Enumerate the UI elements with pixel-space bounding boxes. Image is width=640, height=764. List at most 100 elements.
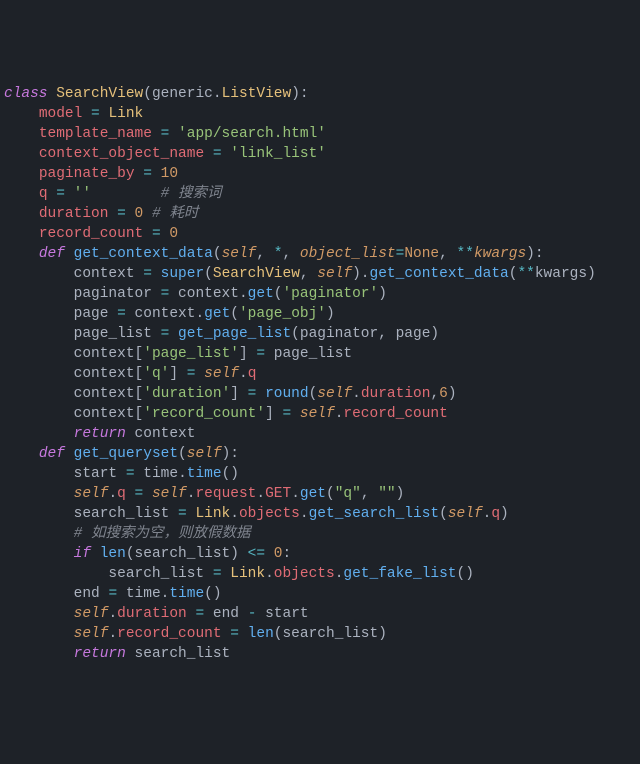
code-token: # 搜索词	[161, 186, 222, 202]
code-token: get_queryset	[74, 446, 178, 462]
code-line: def get_queryset(self):	[4, 444, 640, 464]
code-token: 0	[135, 206, 152, 222]
code-token: template_name	[39, 126, 161, 142]
code-token: paginate_by	[39, 166, 143, 182]
code-token: ()	[457, 566, 474, 582]
code-token: =	[91, 106, 108, 122]
code-token: self	[222, 246, 257, 262]
code-token: 10	[161, 166, 178, 182]
code-token: Link	[195, 506, 230, 522]
code-token: [	[135, 346, 144, 362]
code-token: time	[143, 466, 178, 482]
code-token: record_count	[117, 626, 230, 642]
code-token: objects	[274, 566, 335, 582]
code-token: =	[195, 606, 212, 622]
code-token: context	[74, 386, 135, 402]
code-token: 'page_obj'	[239, 306, 326, 322]
code-token: .	[108, 626, 117, 642]
code-token: get_context_data	[74, 246, 213, 262]
code-token: time	[169, 586, 204, 602]
code-token: def	[39, 446, 74, 462]
code-line: page_list = get_page_list(paginator, pag…	[4, 324, 640, 344]
code-token: =	[161, 126, 178, 142]
code-token: =	[56, 186, 73, 202]
code-token: .	[352, 386, 361, 402]
code-token: 'app/search.html'	[178, 126, 326, 142]
code-token: q	[248, 366, 257, 382]
code-token: (	[213, 246, 222, 262]
code-token: =	[396, 246, 405, 262]
code-token: .	[256, 486, 265, 502]
code-token: end	[74, 586, 109, 602]
code-token: object_list	[300, 246, 396, 262]
code-token: duration	[39, 206, 117, 222]
code-token: get	[300, 486, 326, 502]
code-token: =	[161, 286, 178, 302]
code-token: ,	[361, 486, 378, 502]
code-token: .	[178, 466, 187, 482]
code-token: (	[143, 86, 152, 102]
code-token: (	[291, 326, 300, 342]
code-token: .	[239, 286, 248, 302]
code-token: )	[230, 546, 247, 562]
code-token: =	[248, 386, 265, 402]
code-token: context	[74, 346, 135, 362]
code-token: =	[187, 366, 204, 382]
code-token: )	[500, 506, 509, 522]
code-token: get_search_list	[309, 506, 440, 522]
code-token: SearchView	[213, 266, 300, 282]
code-token: self	[152, 486, 187, 502]
code-token: get	[204, 306, 230, 322]
code-line: context['q'] = self.q	[4, 364, 640, 384]
code-token: =	[178, 506, 195, 522]
code-line: class SearchView(generic.ListView):	[4, 84, 640, 104]
code-token: time	[126, 586, 161, 602]
code-token: 'record_count'	[143, 406, 265, 422]
code-token: context	[135, 306, 196, 322]
code-token: kwargs	[535, 266, 587, 282]
code-token: .	[265, 566, 274, 582]
code-token: page	[74, 306, 118, 322]
code-line: model = Link	[4, 104, 640, 124]
code-token: get_page_list	[178, 326, 291, 342]
code-token: get_fake_list	[343, 566, 456, 582]
code-line: self.q = self.request.GET.get("q", "")	[4, 484, 640, 504]
code-token: context	[74, 366, 135, 382]
code-token: .	[195, 306, 204, 322]
code-token: 6	[439, 386, 448, 402]
code-token: get_context_data	[370, 266, 509, 282]
code-token: =	[213, 566, 230, 582]
code-line: context_object_name = 'link_list'	[4, 144, 640, 164]
code-token: ,	[430, 386, 439, 402]
code-line: paginate_by = 10	[4, 164, 640, 184]
code-token: ,	[439, 246, 456, 262]
code-line: search_list = Link.objects.get_search_li…	[4, 504, 640, 524]
code-token: generic	[152, 86, 213, 102]
code-token: =	[143, 166, 160, 182]
code-token: 'q'	[143, 366, 169, 382]
code-token: =	[230, 626, 247, 642]
code-token: ):	[526, 246, 543, 262]
code-token: class	[4, 86, 56, 102]
code-token: context	[178, 286, 239, 302]
code-token: 'page_list'	[143, 346, 239, 362]
code-token: ]	[265, 406, 282, 422]
code-line: search_list = Link.objects.get_fake_list…	[4, 564, 640, 584]
code-token: =	[135, 486, 152, 502]
code-token: def	[39, 246, 74, 262]
code-token: .	[108, 486, 117, 502]
code-token: (	[439, 506, 448, 522]
code-token: (	[178, 446, 187, 462]
code-token: self	[317, 386, 352, 402]
code-token: self	[187, 446, 222, 462]
code-block: class SearchView(generic.ListView): mode…	[0, 80, 640, 664]
code-token: record_count	[343, 406, 447, 422]
code-token: GET	[265, 486, 291, 502]
code-line: context['page_list'] = page_list	[4, 344, 640, 364]
code-line: return search_list	[4, 644, 640, 664]
code-token: ,	[300, 266, 317, 282]
code-token: search_list	[135, 546, 231, 562]
code-token: context	[74, 406, 135, 422]
code-token: self	[74, 486, 109, 502]
code-token: "q"	[335, 486, 361, 502]
